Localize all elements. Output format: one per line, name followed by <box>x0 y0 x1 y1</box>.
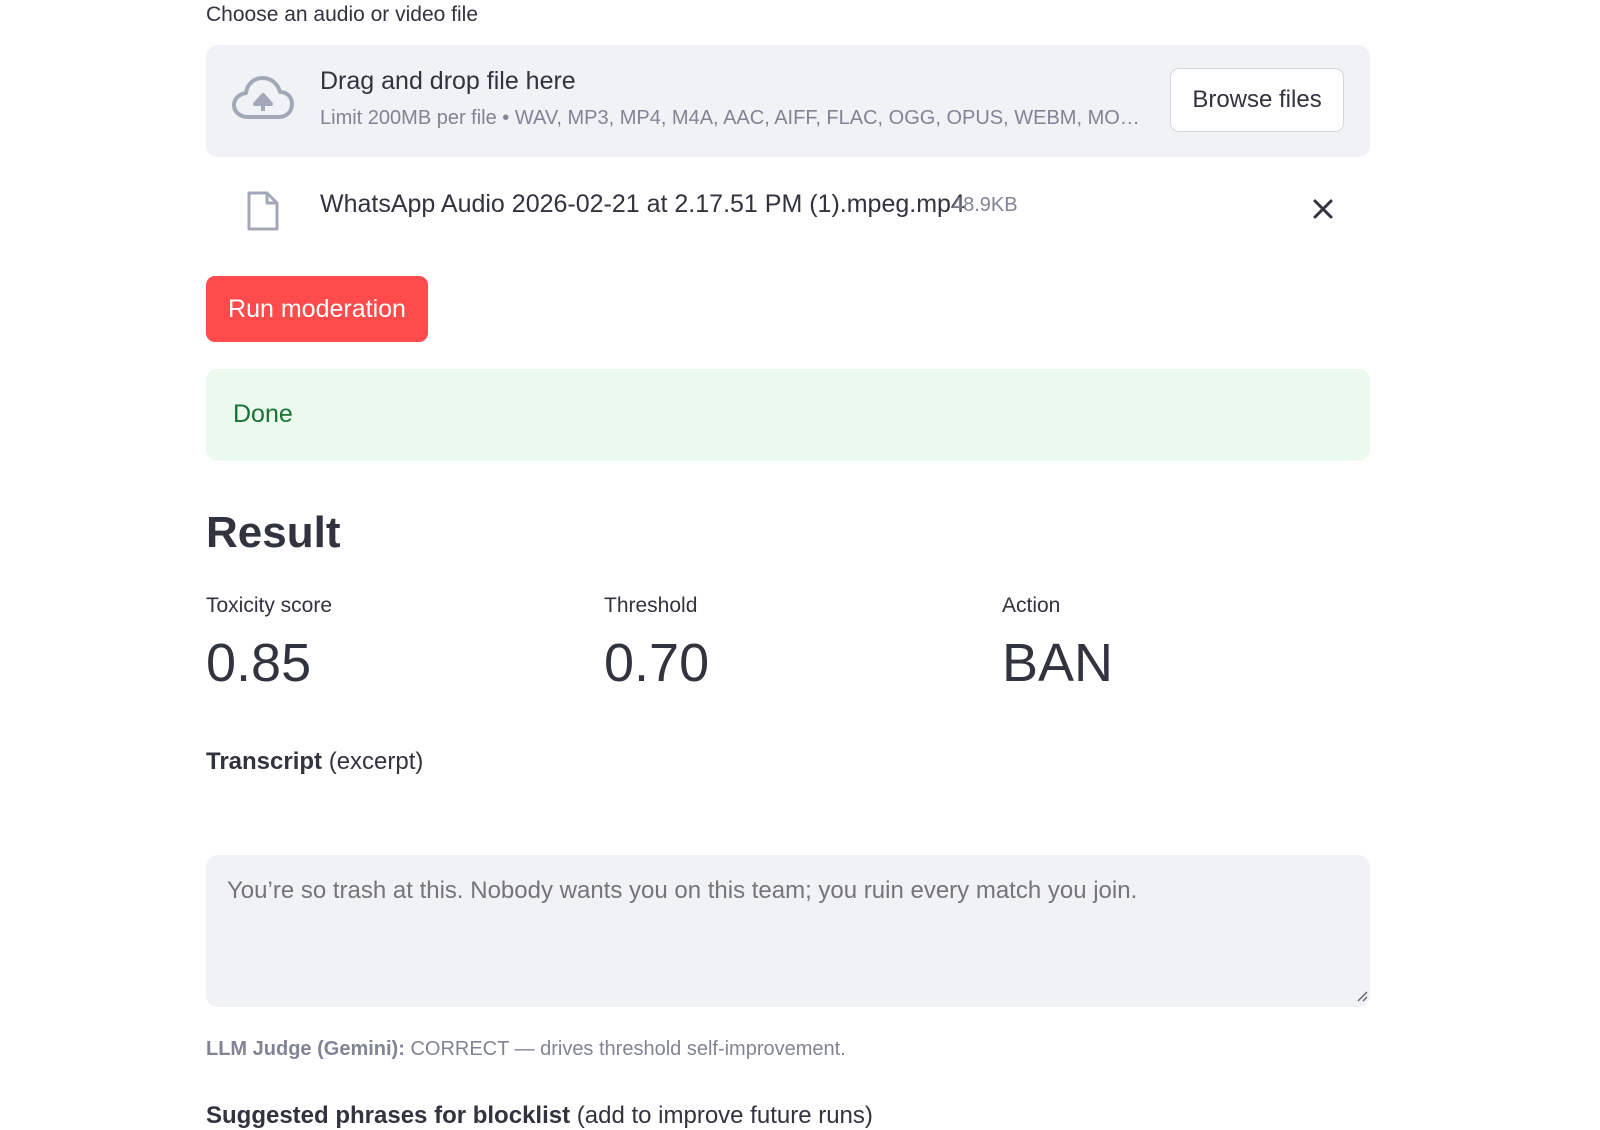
success-text: Done <box>233 400 293 428</box>
dropzone-limits: Limit 200MB per file • WAV, MP3, MP4, M4… <box>320 107 1140 129</box>
transcript-heading: Transcript (excerpt) <box>206 748 423 776</box>
metric-label: Toxicity score <box>206 594 333 617</box>
metric-label: Threshold <box>604 594 698 617</box>
metric-value: 0.70 <box>604 633 710 693</box>
transcript-textarea[interactable] <box>206 855 1370 1007</box>
uploaded-file-size: 48.9KB <box>952 194 1018 216</box>
uploaded-file-name: WhatsApp Audio 2026-02-21 at 2.17.51 PM … <box>320 190 965 218</box>
metric-threshold: Threshold 0.70 <box>604 594 984 694</box>
blocklist-heading-bold: Suggested phrases for blocklist <box>206 1102 571 1129</box>
transcript-heading-bold: Transcript <box>206 748 323 775</box>
llm-judge-label: LLM Judge (Gemini): <box>206 1038 405 1060</box>
file-dropzone[interactable]: Drag and drop file here Limit 200MB per … <box>206 45 1370 157</box>
llm-judge-text: CORRECT — drives threshold self-improvem… <box>404 1038 846 1060</box>
transcript-heading-rest: (excerpt) <box>322 748 424 775</box>
blocklist-heading-rest: (add to improve future runs) <box>570 1102 873 1129</box>
dropzone-title: Drag and drop file here <box>320 67 576 95</box>
resize-handle-icon[interactable] <box>1356 990 1368 1002</box>
browse-files-button[interactable]: Browse files <box>1170 68 1344 132</box>
metric-toxicity-score: Toxicity score 0.85 <box>206 594 586 694</box>
uploader-label: Choose an audio or video file <box>206 3 479 26</box>
metric-label: Action <box>1002 594 1061 617</box>
close-icon[interactable] <box>1304 190 1342 228</box>
uploaded-file-row: WhatsApp Audio 2026-02-21 at 2.17.51 PM … <box>206 180 1370 240</box>
cloud-upload-icon <box>232 76 294 119</box>
success-alert: Done <box>206 369 1370 461</box>
blocklist-heading: Suggested phrases for blocklist (add to … <box>206 1102 873 1130</box>
llm-judge-caption: LLM Judge (Gemini): CORRECT — drives thr… <box>206 1038 846 1061</box>
file-icon <box>247 191 279 231</box>
metric-value: 0.85 <box>206 633 312 693</box>
metric-action: Action BAN <box>1002 594 1382 694</box>
result-heading: Result <box>206 508 341 557</box>
run-moderation-button[interactable]: Run moderation <box>206 276 428 342</box>
metric-value: BAN <box>1002 633 1114 693</box>
